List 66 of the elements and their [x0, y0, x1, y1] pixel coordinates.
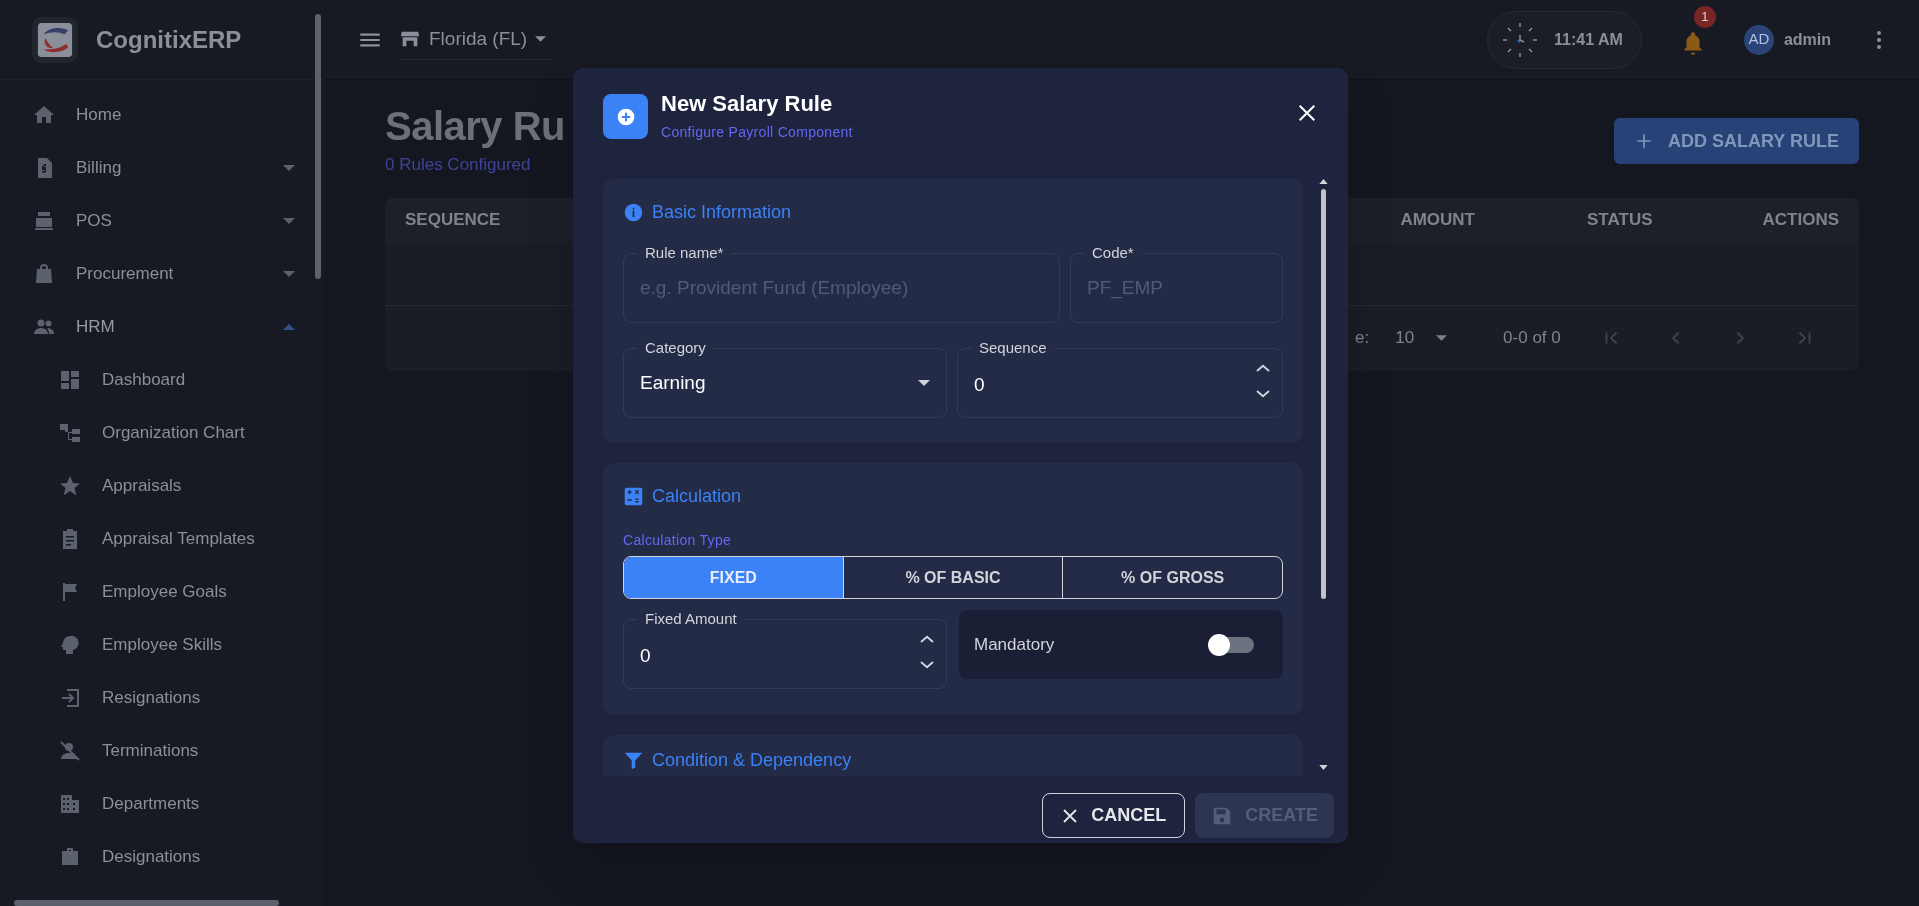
column-header: ACTIONS — [1762, 209, 1839, 232]
sidebar-subitem[interactable]: Designations — [0, 830, 325, 883]
section-title: Basic Information — [652, 201, 792, 225]
caret-down-icon — [283, 164, 295, 171]
filter-icon — [623, 750, 644, 772]
caret-down-icon — [283, 217, 295, 224]
page-title: Salary Ru — [385, 103, 566, 150]
column-header: STATUS — [1587, 209, 1653, 232]
add-icon — [603, 94, 648, 139]
calculation-type-tab[interactable]: % OF GROSS — [1062, 557, 1282, 599]
calculation-type-tab[interactable]: % OF BASIC — [842, 557, 1063, 599]
person-off-icon — [58, 738, 82, 763]
increment-icon[interactable] — [918, 634, 936, 645]
logo-icon — [32, 16, 78, 63]
sidebar-subitem[interactable]: Terminations — [0, 724, 325, 777]
app-name: CognitixERP — [96, 24, 242, 55]
avatar[interactable]: AD — [1743, 24, 1774, 55]
page-range: 0-0 of 0 — [1503, 326, 1561, 349]
calculation-type-label: Calculation Type — [623, 531, 733, 551]
mandatory-switch[interactable] — [1208, 633, 1254, 656]
scroll-down-icon[interactable] — [1319, 765, 1328, 771]
add-salary-rule-button[interactable]: ADD SALARY RULE — [1614, 118, 1859, 164]
sidebar-item[interactable]: POS — [0, 194, 325, 247]
caret-down-icon — [918, 380, 930, 387]
scrollbar-thumb[interactable] — [1321, 189, 1326, 600]
sidebar-subitem[interactable]: Appraisals — [0, 459, 325, 512]
decrement-icon[interactable] — [1254, 389, 1272, 400]
dialog-subtitle: Configure Payroll Component — [661, 123, 853, 143]
close-icon — [1061, 806, 1080, 825]
sidebar-subitem[interactable]: Departments — [0, 777, 325, 830]
sidebar-subitem[interactable]: Organization Chart — [0, 406, 325, 459]
decrement-icon[interactable] — [918, 660, 936, 671]
mandatory-label: Mandatory — [974, 633, 1056, 656]
user-name[interactable]: admin — [1783, 27, 1831, 52]
scroll-up-icon[interactable] — [1319, 179, 1328, 185]
dialog-title: New Salary Rule — [661, 92, 834, 117]
rows-per-page-label: e: — [1355, 326, 1370, 349]
caret-up-icon — [283, 323, 295, 330]
cancel-button[interactable]: CANCEL — [1042, 793, 1186, 839]
close-icon[interactable] — [1296, 102, 1318, 124]
sidebar-subitem[interactable]: Resignations — [0, 671, 325, 724]
info-icon — [623, 202, 644, 224]
notification-badge: 1 — [1693, 5, 1716, 28]
sidebar-subitem[interactable]: Dashboard — [0, 353, 325, 406]
section-title: Condition & Dependency — [652, 749, 852, 773]
clock-time: 11:41 AM — [1554, 29, 1623, 50]
sidebar-subitem[interactable]: Employee Goals — [0, 565, 325, 618]
location-select[interactable]: Florida (FL) — [399, 19, 553, 60]
plus-icon — [1634, 131, 1654, 151]
sidebar-subitem[interactable]: Appraisal Templates — [0, 512, 325, 565]
sidebar-subitem[interactable]: Employee Skills — [0, 618, 325, 671]
sidebar-item[interactable]: Procurement — [0, 247, 325, 300]
rows-per-page-select[interactable]: 10 — [1395, 324, 1448, 351]
sidebar-item[interactable]: Billing — [0, 141, 325, 194]
column-header: SEQUENCE — [405, 209, 501, 232]
section-title: Calculation — [652, 485, 742, 509]
calculation-type-tab[interactable]: FIXED — [624, 557, 843, 599]
sidebar-item[interactable]: Home — [0, 88, 325, 141]
calculator-icon — [623, 486, 644, 508]
caret-down-icon — [283, 270, 295, 277]
increment-icon[interactable] — [1254, 363, 1272, 374]
caret-down-icon — [535, 36, 547, 42]
caret-down-icon — [1436, 334, 1448, 341]
sidebar-item[interactable]: HRM — [0, 300, 325, 353]
column-header: AMOUNT — [1400, 209, 1475, 232]
page-subtitle: 0 Rules Configured — [385, 154, 532, 176]
